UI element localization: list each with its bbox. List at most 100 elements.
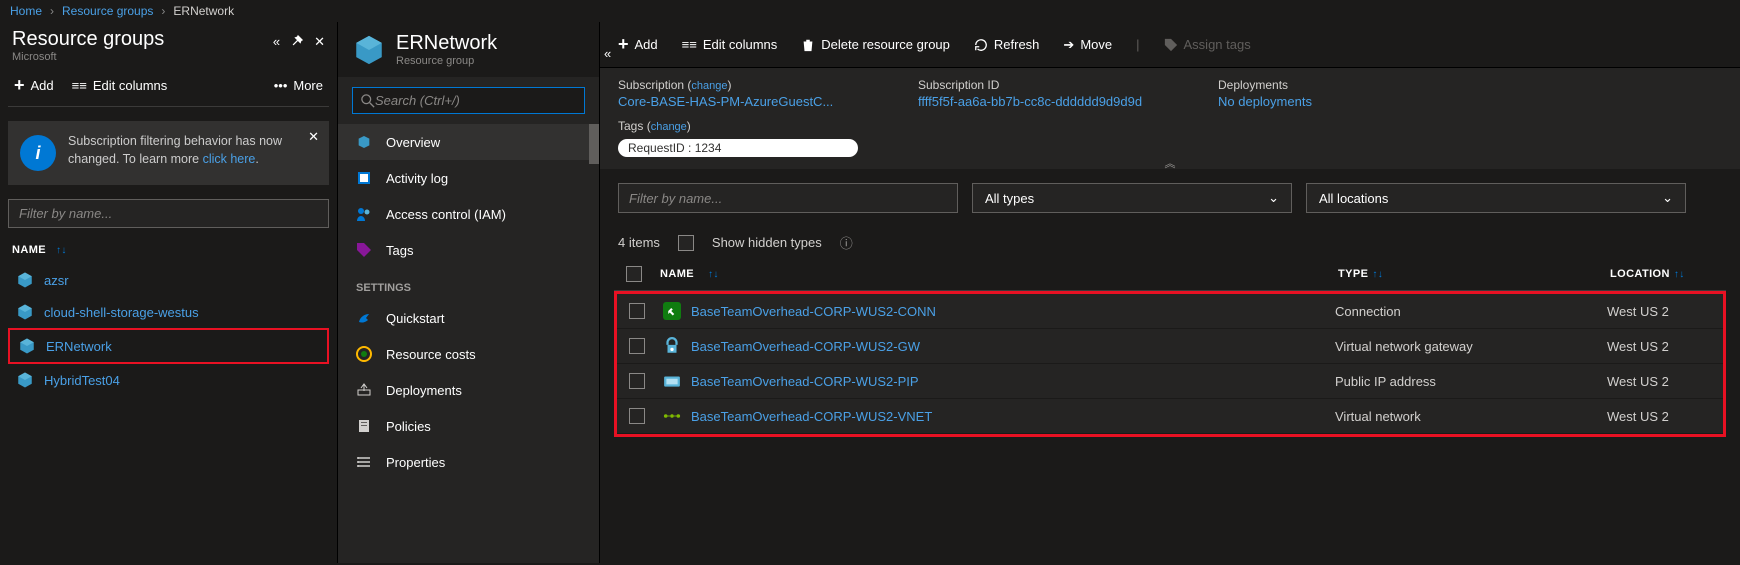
resource-group-nav-panel: ERNetwork Resource group Overview Activi… — [338, 22, 600, 563]
column-header-type[interactable]: TYPE↑↓ — [1338, 268, 1598, 280]
sort-icon: ↑↓ — [708, 269, 719, 280]
column-header-location[interactable]: LOCATION↑↓ — [1610, 268, 1720, 280]
resource-table: BaseTeamOverhead-CORP-WUS2-CONN Connecti… — [614, 291, 1726, 437]
close-icon[interactable]: ✕ — [314, 34, 325, 50]
resource-type: Connection — [1335, 304, 1595, 319]
separator: | — [1136, 37, 1139, 52]
chevron-up-icon[interactable]: ︽ — [1165, 155, 1176, 171]
subscription-id-value[interactable]: ffff5f5f-aa6a-bb7b-cc8c-dddddd9d9d9d — [918, 94, 1158, 109]
info-icon[interactable]: ⓘ — [840, 233, 853, 252]
info-link[interactable]: click here — [203, 152, 256, 166]
edit-columns-button[interactable]: ≡≡Edit columns — [682, 37, 778, 52]
row-checkbox[interactable] — [629, 408, 645, 424]
connection-icon — [663, 302, 681, 320]
column-header-name[interactable]: NAME ↑↓ — [8, 228, 329, 264]
info-close-icon[interactable]: ✕ — [308, 129, 319, 145]
sort-icon: ↑↓ — [56, 245, 67, 256]
table-row[interactable]: BaseTeamOverhead-CORP-WUS2-PIP Public IP… — [617, 364, 1723, 399]
filter-input[interactable] — [8, 199, 329, 228]
properties-icon — [356, 454, 374, 470]
show-hidden-checkbox[interactable] — [678, 235, 694, 251]
select-all-checkbox[interactable] — [626, 266, 642, 282]
vnet-icon — [663, 407, 681, 425]
add-button[interactable]: +Add — [618, 34, 658, 55]
deployments-value[interactable]: No deployments — [1218, 94, 1458, 109]
subscription-value[interactable]: Core-BASE-HAS-PM-AzureGuestC... — [618, 94, 858, 109]
resource-group-icon — [352, 33, 386, 67]
subscription-label: Subscription — [618, 78, 684, 92]
plus-icon: + — [14, 75, 25, 96]
move-button[interactable]: ➔Move — [1063, 37, 1112, 53]
subscription-id-label: Subscription ID — [918, 78, 1158, 92]
resource-name[interactable]: BaseTeamOverhead-CORP-WUS2-CONN — [691, 304, 936, 319]
columns-icon: ≡≡ — [72, 78, 87, 93]
add-button[interactable]: + Add — [14, 75, 54, 96]
type-dropdown[interactable]: All types ⌄ — [972, 183, 1292, 213]
nav-access-control[interactable]: Access control (IAM) — [338, 196, 599, 232]
location-dropdown[interactable]: All locations ⌄ — [1306, 183, 1686, 213]
panel-subtitle: Microsoft — [12, 51, 164, 63]
row-checkbox[interactable] — [629, 338, 645, 354]
resource-group-item-selected[interactable]: ERNetwork — [8, 328, 329, 364]
resource-name[interactable]: BaseTeamOverhead-CORP-WUS2-PIP — [691, 374, 919, 389]
nav-search[interactable] — [352, 87, 585, 114]
row-checkbox[interactable] — [629, 373, 645, 389]
resource-type: Virtual network — [1335, 409, 1595, 424]
breadcrumb-resource-groups[interactable]: Resource groups — [62, 4, 153, 18]
trash-icon — [801, 38, 815, 52]
resource-groups-panel: Resource groups Microsoft « ✕ + Add ≡≡ E… — [0, 22, 338, 563]
nav-deployments[interactable]: Deployments — [338, 372, 599, 408]
detail-panel: « +Add ≡≡Edit columns Delete resource gr… — [600, 22, 1740, 563]
change-subscription-link[interactable]: change — [691, 80, 727, 92]
deployments-icon — [356, 382, 374, 398]
arrow-right-icon: ➔ — [1063, 37, 1074, 53]
nav-quickstart[interactable]: Quickstart — [338, 300, 599, 336]
table-row[interactable]: BaseTeamOverhead-CORP-WUS2-CONN Connecti… — [617, 294, 1723, 329]
resource-title: ERNetwork — [396, 32, 497, 55]
nav-resource-costs[interactable]: Resource costs — [338, 336, 599, 372]
change-tags-link[interactable]: change — [651, 121, 687, 133]
resource-group-item[interactable]: HybridTest04 — [8, 364, 329, 396]
resource-name[interactable]: BaseTeamOverhead-CORP-WUS2-VNET — [691, 409, 932, 424]
breadcrumb-home[interactable]: Home — [10, 4, 42, 18]
nav-policies[interactable]: Policies — [338, 408, 599, 444]
assign-tags-button[interactable]: Assign tags — [1164, 37, 1251, 52]
nav-properties[interactable]: Properties — [338, 444, 599, 480]
resource-name[interactable]: BaseTeamOverhead-CORP-WUS2-GW — [691, 339, 920, 354]
row-checkbox[interactable] — [629, 303, 645, 319]
info-banner: i Subscription filtering behavior has no… — [8, 121, 329, 185]
table-row[interactable]: BaseTeamOverhead-CORP-WUS2-VNET Virtual … — [617, 399, 1723, 434]
resource-type: Public IP address — [1335, 374, 1595, 389]
resource-subtitle: Resource group — [396, 55, 497, 67]
nav-overview[interactable]: Overview — [338, 124, 599, 160]
nav-search-input[interactable] — [375, 93, 576, 108]
table-row[interactable]: BaseTeamOverhead-CORP-WUS2-GW Virtual ne… — [617, 329, 1723, 364]
delete-button[interactable]: Delete resource group — [801, 37, 950, 52]
edit-columns-button[interactable]: ≡≡ Edit columns — [72, 78, 168, 93]
items-count: 4 items — [618, 235, 660, 250]
more-button[interactable]: ••• More — [274, 78, 323, 93]
gateway-icon — [663, 337, 681, 355]
tag-pill[interactable]: RequestID : 1234 — [618, 139, 858, 157]
breadcrumb: Home › Resource groups › ERNetwork — [0, 0, 1740, 22]
pin-icon[interactable] — [290, 34, 304, 50]
chevron-right-icon: › — [50, 4, 54, 18]
cube-icon — [356, 134, 374, 150]
collapse-icon[interactable]: « — [273, 34, 280, 50]
resource-group-icon — [16, 371, 34, 389]
show-hidden-label: Show hidden types — [712, 235, 822, 250]
scrollbar[interactable] — [589, 124, 599, 164]
refresh-icon — [974, 38, 988, 52]
essentials-section: Subscription (change) Core-BASE-HAS-PM-A… — [600, 68, 1740, 169]
resource-group-item[interactable]: cloud-shell-storage-westus — [8, 296, 329, 328]
chevron-down-icon: ⌄ — [1662, 190, 1673, 206]
column-header-name[interactable]: NAME↑↓ — [660, 268, 1326, 280]
public-ip-icon — [663, 372, 681, 390]
refresh-button[interactable]: Refresh — [974, 37, 1040, 52]
resource-filter-input[interactable] — [618, 183, 958, 213]
nav-tags[interactable]: Tags — [338, 232, 599, 268]
resource-group-item[interactable]: azsr — [8, 264, 329, 296]
collapse-icon[interactable]: « — [604, 46, 611, 61]
panel-title: Resource groups — [12, 28, 164, 51]
nav-activity-log[interactable]: Activity log — [338, 160, 599, 196]
